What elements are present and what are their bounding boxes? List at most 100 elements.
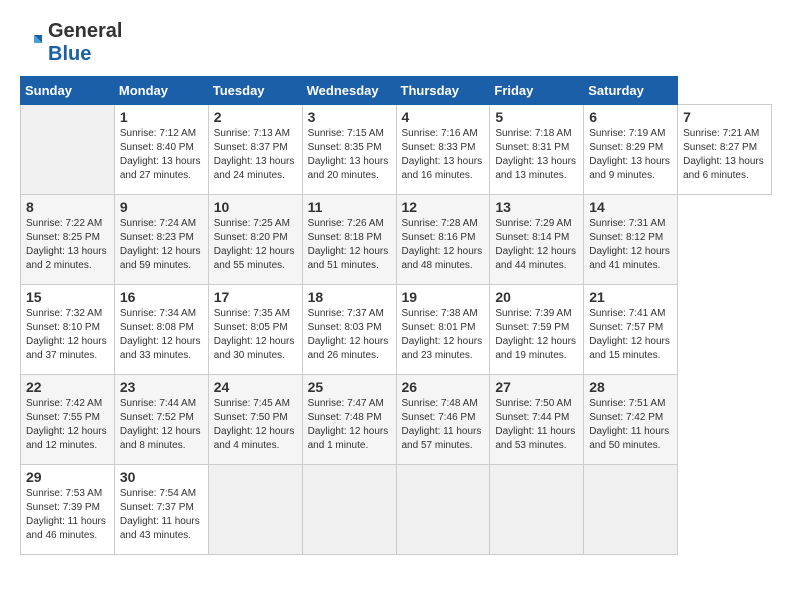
day-number: 6 bbox=[589, 109, 672, 125]
day-number: 2 bbox=[214, 109, 297, 125]
day-info: Sunrise: 7:39 AM Sunset: 7:59 PM Dayligh… bbox=[495, 307, 578, 363]
day-number: 22 bbox=[26, 379, 109, 395]
header-day-thursday: Thursday bbox=[396, 77, 490, 105]
day-number: 26 bbox=[402, 379, 485, 395]
calendar-cell bbox=[302, 465, 396, 555]
day-number: 13 bbox=[495, 199, 578, 215]
calendar-week-3: 15Sunrise: 7:32 AM Sunset: 8:10 PM Dayli… bbox=[21, 285, 772, 375]
day-info: Sunrise: 7:15 AM Sunset: 8:35 PM Dayligh… bbox=[308, 127, 391, 183]
logo-icon bbox=[20, 31, 44, 55]
calendar-cell: 3 Sunrise: 7:15 AM Sunset: 8:35 PM Daylig… bbox=[302, 105, 396, 195]
calendar-week-5: 29Sunrise: 7:53 AM Sunset: 7:39 PM Dayli… bbox=[21, 465, 772, 555]
day-number: 11 bbox=[308, 199, 391, 215]
day-info: Sunrise: 7:41 AM Sunset: 7:57 PM Dayligh… bbox=[589, 307, 672, 363]
day-number: 24 bbox=[214, 379, 297, 395]
calendar-cell: 29Sunrise: 7:53 AM Sunset: 7:39 PM Dayli… bbox=[21, 465, 115, 555]
calendar-cell: 7 Sunrise: 7:21 AM Sunset: 8:27 PM Daylig… bbox=[678, 105, 772, 195]
day-info: Sunrise: 7:45 AM Sunset: 7:50 PM Dayligh… bbox=[214, 397, 297, 453]
calendar-body: 1Sunrise: 7:12 AM Sunset: 8:40 PM Daylig… bbox=[21, 105, 772, 555]
day-info: Sunrise: 7:32 AM Sunset: 8:10 PM Dayligh… bbox=[26, 307, 109, 363]
day-number: 8 bbox=[26, 199, 109, 215]
day-number: 17 bbox=[214, 289, 297, 305]
day-number: 18 bbox=[308, 289, 391, 305]
day-info: Sunrise: 7:53 AM Sunset: 7:39 PM Dayligh… bbox=[26, 487, 109, 543]
calendar-table: SundayMondayTuesdayWednesdayThursdayFrid… bbox=[20, 76, 772, 555]
day-number: 23 bbox=[120, 379, 203, 395]
day-info: Sunrise: 7:31 AM Sunset: 8:12 PM Dayligh… bbox=[589, 217, 672, 273]
calendar-cell: 28 Sunrise: 7:51 AM Sunset: 7:42 PM Dayli… bbox=[584, 375, 678, 465]
day-number: 14 bbox=[589, 199, 672, 215]
day-info: Sunrise: 7:24 AM Sunset: 8:23 PM Dayligh… bbox=[120, 217, 203, 273]
calendar-cell: 30Sunrise: 7:54 AM Sunset: 7:37 PM Dayli… bbox=[114, 465, 208, 555]
calendar-week-2: 8 Sunrise: 7:22 AM Sunset: 8:25 PM Daylig… bbox=[21, 195, 772, 285]
calendar-cell: 12 Sunrise: 7:28 AM Sunset: 8:16 PM Dayli… bbox=[396, 195, 490, 285]
day-number: 12 bbox=[402, 199, 485, 215]
day-info: Sunrise: 7:38 AM Sunset: 8:01 PM Dayligh… bbox=[402, 307, 485, 363]
day-number: 5 bbox=[495, 109, 578, 125]
calendar-cell bbox=[396, 465, 490, 555]
calendar-week-4: 22 Sunrise: 7:42 AM Sunset: 7:55 PM Dayli… bbox=[21, 375, 772, 465]
logo-text: General Blue bbox=[48, 20, 122, 66]
day-number: 25 bbox=[308, 379, 391, 395]
day-info: Sunrise: 7:25 AM Sunset: 8:20 PM Dayligh… bbox=[214, 217, 297, 273]
calendar-cell bbox=[21, 105, 115, 195]
calendar-cell: 4Sunrise: 7:16 AM Sunset: 8:33 PM Daylig… bbox=[396, 105, 490, 195]
header-day-monday: Monday bbox=[114, 77, 208, 105]
header-day-tuesday: Tuesday bbox=[208, 77, 302, 105]
calendar-cell: 11Sunrise: 7:26 AM Sunset: 8:18 PM Dayli… bbox=[302, 195, 396, 285]
day-number: 19 bbox=[402, 289, 485, 305]
calendar-cell: 1Sunrise: 7:12 AM Sunset: 8:40 PM Daylig… bbox=[114, 105, 208, 195]
calendar-cell: 18 Sunrise: 7:37 AM Sunset: 8:03 PM Dayli… bbox=[302, 285, 396, 375]
calendar-cell: 26Sunrise: 7:48 AM Sunset: 7:46 PM Dayli… bbox=[396, 375, 490, 465]
day-number: 21 bbox=[589, 289, 672, 305]
header-day-friday: Friday bbox=[490, 77, 584, 105]
page-header: General Blue bbox=[20, 20, 772, 66]
day-number: 16 bbox=[120, 289, 203, 305]
day-info: Sunrise: 7:19 AM Sunset: 8:29 PM Dayligh… bbox=[589, 127, 672, 183]
calendar-cell bbox=[208, 465, 302, 555]
day-info: Sunrise: 7:37 AM Sunset: 8:03 PM Dayligh… bbox=[308, 307, 391, 363]
day-info: Sunrise: 7:44 AM Sunset: 7:52 PM Dayligh… bbox=[120, 397, 203, 453]
calendar-cell: 21 Sunrise: 7:41 AM Sunset: 7:57 PM Dayli… bbox=[584, 285, 678, 375]
day-info: Sunrise: 7:12 AM Sunset: 8:40 PM Dayligh… bbox=[120, 127, 203, 183]
calendar-cell: 5Sunrise: 7:18 AM Sunset: 8:31 PM Daylig… bbox=[490, 105, 584, 195]
day-info: Sunrise: 7:13 AM Sunset: 8:37 PM Dayligh… bbox=[214, 127, 297, 183]
calendar-cell bbox=[490, 465, 584, 555]
calendar-cell: 19 Sunrise: 7:38 AM Sunset: 8:01 PM Dayli… bbox=[396, 285, 490, 375]
day-info: Sunrise: 7:22 AM Sunset: 8:25 PM Dayligh… bbox=[26, 217, 109, 273]
logo-general: General bbox=[48, 20, 122, 42]
calendar-cell: 27Sunrise: 7:50 AM Sunset: 7:44 PM Dayli… bbox=[490, 375, 584, 465]
calendar-cell: 17 Sunrise: 7:35 AM Sunset: 8:05 PM Dayli… bbox=[208, 285, 302, 375]
day-info: Sunrise: 7:34 AM Sunset: 8:08 PM Dayligh… bbox=[120, 307, 203, 363]
calendar-cell: 22 Sunrise: 7:42 AM Sunset: 7:55 PM Dayli… bbox=[21, 375, 115, 465]
day-number: 28 bbox=[589, 379, 672, 395]
day-info: Sunrise: 7:28 AM Sunset: 8:16 PM Dayligh… bbox=[402, 217, 485, 273]
logo: General Blue bbox=[20, 20, 122, 66]
calendar-cell: 2 Sunrise: 7:13 AM Sunset: 8:37 PM Daylig… bbox=[208, 105, 302, 195]
day-info: Sunrise: 7:47 AM Sunset: 7:48 PM Dayligh… bbox=[308, 397, 391, 453]
calendar-cell: 24 Sunrise: 7:45 AM Sunset: 7:50 PM Dayli… bbox=[208, 375, 302, 465]
day-info: Sunrise: 7:35 AM Sunset: 8:05 PM Dayligh… bbox=[214, 307, 297, 363]
logo-blue: Blue bbox=[48, 43, 91, 65]
day-info: Sunrise: 7:51 AM Sunset: 7:42 PM Dayligh… bbox=[589, 397, 672, 453]
calendar-header-row: SundayMondayTuesdayWednesdayThursdayFrid… bbox=[21, 77, 772, 105]
day-number: 20 bbox=[495, 289, 578, 305]
day-number: 30 bbox=[120, 469, 203, 485]
calendar-cell: 10Sunrise: 7:25 AM Sunset: 8:20 PM Dayli… bbox=[208, 195, 302, 285]
header-day-saturday: Saturday bbox=[584, 77, 678, 105]
day-number: 4 bbox=[402, 109, 485, 125]
day-number: 7 bbox=[683, 109, 766, 125]
day-info: Sunrise: 7:42 AM Sunset: 7:55 PM Dayligh… bbox=[26, 397, 109, 453]
day-info: Sunrise: 7:21 AM Sunset: 8:27 PM Dayligh… bbox=[683, 127, 766, 183]
calendar-cell: 14 Sunrise: 7:31 AM Sunset: 8:12 PM Dayli… bbox=[584, 195, 678, 285]
day-info: Sunrise: 7:29 AM Sunset: 8:14 PM Dayligh… bbox=[495, 217, 578, 273]
calendar-cell: 25 Sunrise: 7:47 AM Sunset: 7:48 PM Dayli… bbox=[302, 375, 396, 465]
day-number: 9 bbox=[120, 199, 203, 215]
calendar-cell: 20 Sunrise: 7:39 AM Sunset: 7:59 PM Dayli… bbox=[490, 285, 584, 375]
calendar-cell: 15Sunrise: 7:32 AM Sunset: 8:10 PM Dayli… bbox=[21, 285, 115, 375]
calendar-cell: 13 Sunrise: 7:29 AM Sunset: 8:14 PM Dayli… bbox=[490, 195, 584, 285]
calendar-cell bbox=[584, 465, 678, 555]
header-day-wednesday: Wednesday bbox=[302, 77, 396, 105]
calendar-cell: 9 Sunrise: 7:24 AM Sunset: 8:23 PM Daylig… bbox=[114, 195, 208, 285]
day-number: 3 bbox=[308, 109, 391, 125]
